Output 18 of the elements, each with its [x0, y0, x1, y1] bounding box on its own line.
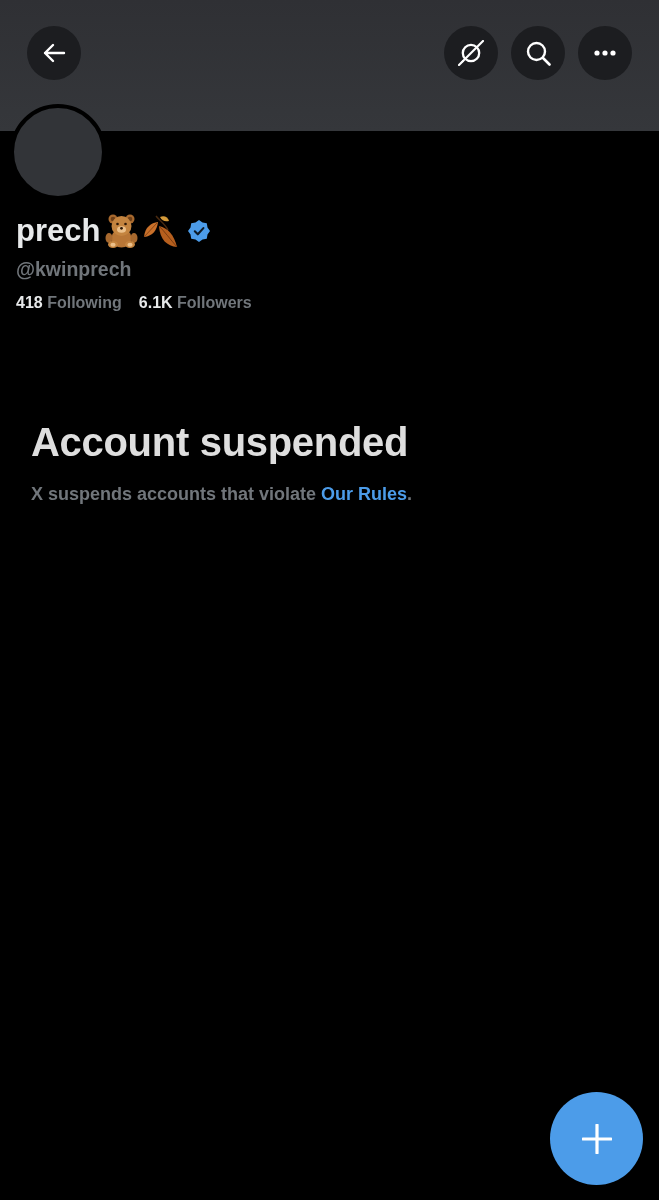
more-button[interactable]: [578, 26, 632, 80]
slashed-circle-button[interactable]: [444, 26, 498, 80]
rules-link[interactable]: Our Rules: [321, 484, 408, 504]
back-button[interactable]: [27, 26, 81, 80]
fallen-leaf-icon: [143, 214, 180, 248]
following-link[interactable]: 418 Following: [16, 293, 122, 313]
search-button[interactable]: [511, 26, 565, 80]
plus-icon: [581, 1123, 612, 1154]
display-name: prech: [16, 212, 101, 250]
suspension-message: X suspends accounts that violate Our Rules.: [31, 483, 414, 506]
teddy-bear-icon: [104, 214, 140, 248]
back-arrow-icon: [42, 43, 66, 63]
suspension-title: Account suspended: [31, 419, 410, 466]
search-icon: [525, 40, 551, 66]
slashed-circle-icon: [458, 40, 484, 66]
followers-link[interactable]: 6.1K Followers: [138, 293, 252, 313]
more-icon: [594, 50, 616, 56]
user-handle: @kwinprech: [16, 257, 133, 281]
